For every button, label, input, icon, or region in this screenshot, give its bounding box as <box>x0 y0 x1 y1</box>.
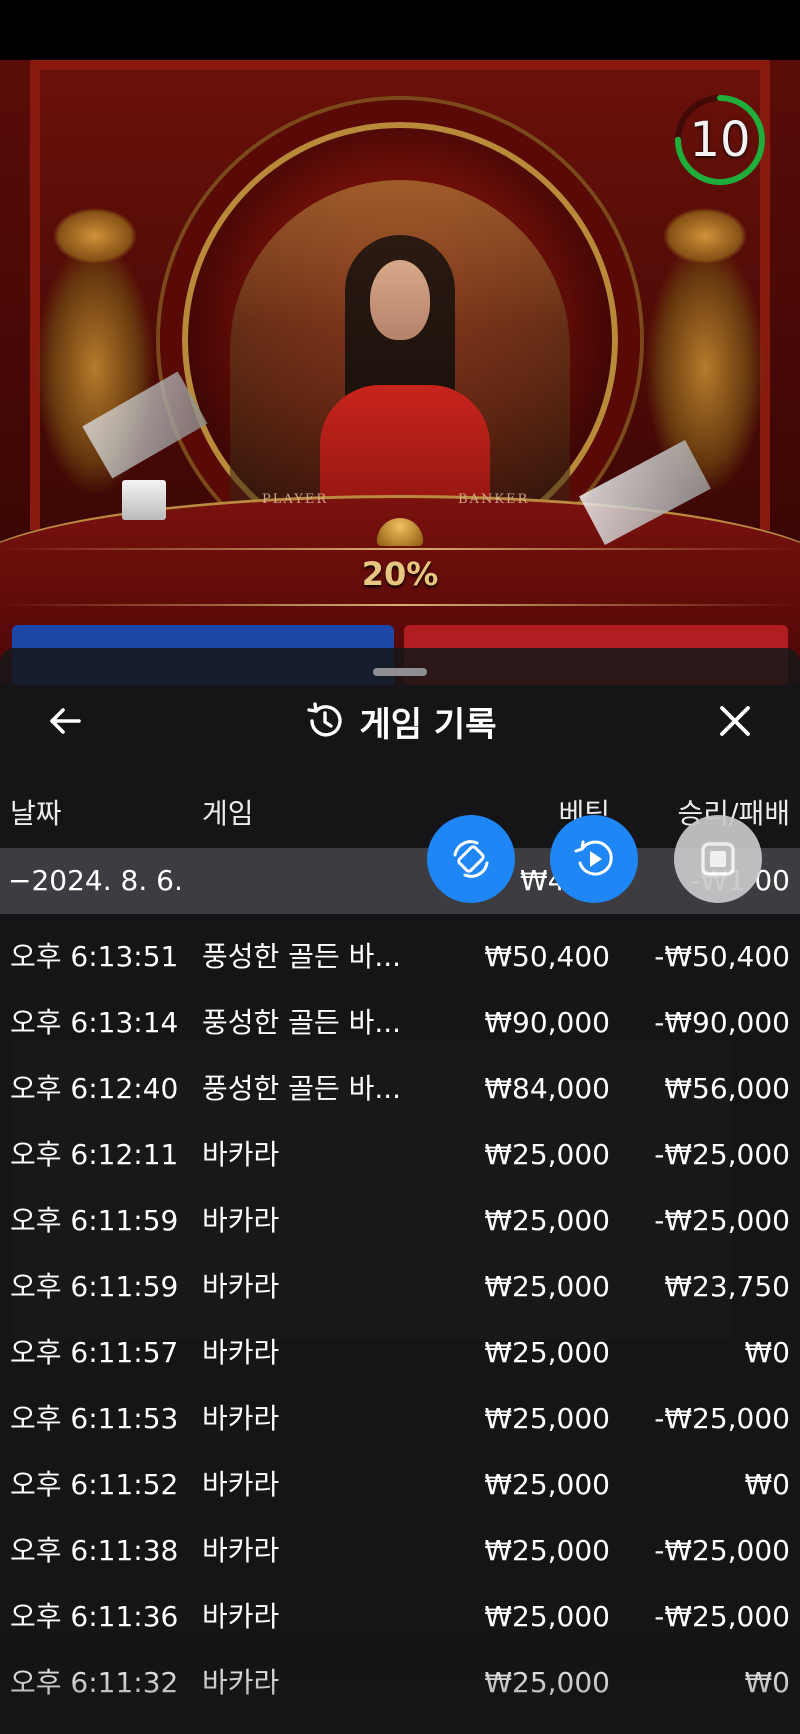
row-game: 바카라 <box>202 1534 280 1567</box>
row-time: 오후 6:13:51 <box>10 940 179 973</box>
round-timer: 10 <box>670 90 770 190</box>
row-bet: ₩25,000 <box>484 1138 610 1171</box>
row-game: 바카라 <box>202 1270 280 1303</box>
row-game: 풍성한 골든 바... <box>202 1006 402 1039</box>
row-time: 오후 6:11:38 <box>10 1534 179 1567</box>
history-row[interactable]: 오후 6:11:57 바카라 ₩25,000 ₩0 <box>0 1320 800 1386</box>
rail-top <box>0 548 800 550</box>
row-bet: ₩25,000 <box>484 1666 610 1699</box>
row-time: 오후 6:13:14 <box>10 1006 179 1039</box>
arrow-left-icon <box>50 708 81 734</box>
close-icon <box>720 706 750 736</box>
row-result: -₩25,000 <box>654 1138 790 1171</box>
row-bet: ₩84,000 <box>484 1072 610 1105</box>
row-time: 오후 6:11:59 <box>10 1270 179 1303</box>
row-result: -₩25,000 <box>654 1600 790 1633</box>
row-game: 바카라 <box>202 1138 280 1171</box>
row-bet: ₩50,400 <box>484 940 610 973</box>
card-box <box>122 480 166 520</box>
row-time: 오후 6:12:11 <box>10 1138 179 1171</box>
sheet-drag-handle[interactable] <box>373 668 427 676</box>
rail-bottom <box>0 604 800 606</box>
row-result: -₩90,000 <box>654 1006 790 1039</box>
row-time: 오후 6:11:52 <box>10 1468 179 1501</box>
row-result: -₩50,400 <box>654 940 790 973</box>
history-row[interactable]: 오후 6:11:53 바카라 ₩25,000 -₩25,000 <box>0 1386 800 1452</box>
row-time: 오후 6:11:59 <box>10 1204 179 1237</box>
history-row[interactable]: 오후 6:11:38 바카라 ₩25,000 -₩25,000 <box>0 1518 800 1584</box>
dealer-face <box>370 260 430 340</box>
row-game: 바카라 <box>202 1402 280 1435</box>
sheet-header: 게임 기록 <box>0 686 800 756</box>
history-icon <box>306 702 342 737</box>
game-history-sheet: 게임 기록 날짜 게임 베팅 승리/패배 −2024. 8. 6. ₩479, … <box>0 648 800 1734</box>
stop-button[interactable] <box>674 815 762 903</box>
sheet-title-group: 게임 기록 <box>200 686 600 756</box>
group-date: −2024. 8. 6. <box>8 864 183 897</box>
row-bet: ₩25,000 <box>484 1534 610 1567</box>
row-time: 오후 6:11:36 <box>10 1600 179 1633</box>
app-screen: PLAYER BANKER 20% 10 게임 기록 날짜 게임 베팅 승리/패… <box>0 0 800 1734</box>
history-list: 오후 6:13:51 풍성한 골든 바... ₩50,400 -₩50,400 오후 … <box>0 924 800 1716</box>
row-result: ₩0 <box>744 1336 791 1369</box>
timer-count: 10 <box>689 112 751 168</box>
history-row[interactable]: 오후 6:11:52 바카라 ₩25,000 ₩0 <box>0 1452 800 1518</box>
row-time: 오후 6:11:53 <box>10 1402 179 1435</box>
row-bet: ₩25,000 <box>484 1204 610 1237</box>
row-result: ₩23,750 <box>664 1270 790 1303</box>
history-row[interactable]: 오후 6:11:59 바카라 ₩25,000 ₩23,750 <box>0 1254 800 1320</box>
row-time: 오후 6:11:57 <box>10 1336 179 1369</box>
row-result: ₩0 <box>744 1666 791 1699</box>
table-player-label: PLAYER <box>262 492 329 507</box>
rotate-button[interactable] <box>427 815 515 903</box>
rotate-icon <box>453 840 489 878</box>
row-time: 오후 6:11:32 <box>10 1666 179 1699</box>
history-row[interactable]: 오후 6:11:59 바카라 ₩25,000 -₩25,000 <box>0 1188 800 1254</box>
sheet-title: 게임 기록 <box>359 704 497 745</box>
row-result: ₩56,000 <box>664 1072 790 1105</box>
row-game: 바카라 <box>202 1468 280 1501</box>
row-result: ₩0 <box>744 1468 791 1501</box>
stop-icon <box>701 842 735 876</box>
row-result: -₩25,000 <box>654 1204 790 1237</box>
row-bet: ₩25,000 <box>484 1402 610 1435</box>
row-bet: ₩25,000 <box>484 1336 610 1369</box>
column-header-game: 게임 <box>202 797 254 830</box>
history-row[interactable]: 오후 6:11:32 바카라 ₩25,000 ₩0 <box>0 1650 800 1716</box>
screen-record-button[interactable] <box>550 815 638 903</box>
row-bet: ₩90,000 <box>484 1006 610 1039</box>
bonus-percent: 20% <box>361 555 439 593</box>
dragon-statue-left <box>0 170 190 500</box>
row-result: -₩25,000 <box>654 1402 790 1435</box>
close-button[interactable] <box>700 686 770 756</box>
row-game: 바카라 <box>202 1336 280 1369</box>
table-banker-label: BANKER <box>458 492 530 507</box>
history-row[interactable]: 오후 6:12:40 풍성한 골든 바... ₩84,000 ₩56,000 <box>0 1056 800 1122</box>
row-game: 바카라 <box>202 1666 280 1699</box>
history-row[interactable]: 오후 6:13:14 풍성한 골든 바... ₩90,000 -₩90,000 <box>0 990 800 1056</box>
back-button[interactable] <box>30 686 100 756</box>
row-bet: ₩25,000 <box>484 1270 610 1303</box>
row-result: -₩25,000 <box>654 1534 790 1567</box>
history-row[interactable]: 오후 6:11:36 바카라 ₩25,000 -₩25,000 <box>0 1584 800 1650</box>
row-game: 바카라 <box>202 1600 280 1633</box>
screen-record-play-icon <box>574 840 613 876</box>
column-header-date: 날짜 <box>10 797 62 830</box>
row-game: 바카라 <box>202 1204 280 1237</box>
dragon-statue-right <box>610 170 800 500</box>
row-game: 풍성한 골든 바... <box>202 1072 402 1105</box>
history-row[interactable]: 오후 6:12:11 바카라 ₩25,000 -₩25,000 <box>0 1122 800 1188</box>
row-time: 오후 6:12:40 <box>10 1072 179 1105</box>
history-row[interactable]: 오후 6:13:51 풍성한 골든 바... ₩50,400 -₩50,400 <box>0 924 800 990</box>
row-bet: ₩25,000 <box>484 1468 610 1501</box>
row-bet: ₩25,000 <box>484 1600 610 1633</box>
row-game: 풍성한 골든 바... <box>202 940 402 973</box>
